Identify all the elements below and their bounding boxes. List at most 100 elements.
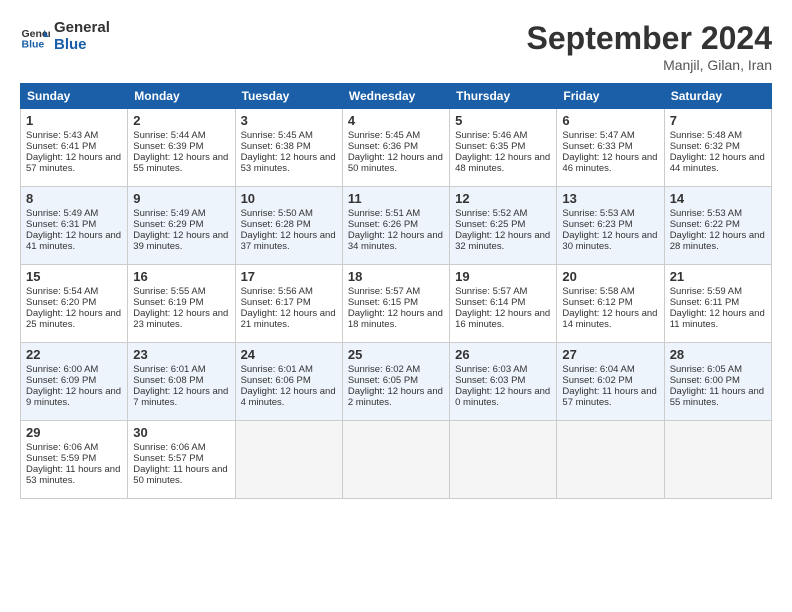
daylight-label: Daylight: 11 hours and 57 minutes. <box>562 386 656 408</box>
daylight-label: Daylight: 12 hours and 0 minutes. <box>455 386 550 408</box>
month-title: September 2024 <box>527 20 772 57</box>
sunrise: Sunrise: 5:51 AM <box>348 208 420 219</box>
day-number: 21 <box>670 269 766 284</box>
sunset: Sunset: 6:17 PM <box>241 297 311 308</box>
table-row <box>235 421 342 499</box>
table-row: 15 Sunrise: 5:54 AM Sunset: 6:20 PM Dayl… <box>21 265 128 343</box>
day-number: 26 <box>455 347 551 362</box>
calendar-week-row: 1 Sunrise: 5:43 AM Sunset: 6:41 PM Dayli… <box>21 109 772 187</box>
calendar-table: Sunday Monday Tuesday Wednesday Thursday… <box>20 83 772 499</box>
day-number: 2 <box>133 113 229 128</box>
table-row: 9 Sunrise: 5:49 AM Sunset: 6:29 PM Dayli… <box>128 187 235 265</box>
header-saturday: Saturday <box>664 84 771 109</box>
header: General Blue General Blue September 2024… <box>20 20 772 73</box>
day-number: 3 <box>241 113 337 128</box>
day-number: 18 <box>348 269 444 284</box>
calendar-body: 1 Sunrise: 5:43 AM Sunset: 6:41 PM Dayli… <box>21 109 772 499</box>
sunset: Sunset: 6:23 PM <box>562 219 632 230</box>
calendar-week-row: 8 Sunrise: 5:49 AM Sunset: 6:31 PM Dayli… <box>21 187 772 265</box>
day-number: 16 <box>133 269 229 284</box>
title-block: September 2024 Manjil, Gilan, Iran <box>527 20 772 73</box>
sunset: Sunset: 6:19 PM <box>133 297 203 308</box>
sunset: Sunset: 6:35 PM <box>455 141 525 152</box>
day-number: 1 <box>26 113 122 128</box>
daylight-label: Daylight: 12 hours and 25 minutes. <box>26 308 121 330</box>
daylight-label: Daylight: 12 hours and 28 minutes. <box>670 230 765 252</box>
sunrise: Sunrise: 5:59 AM <box>670 286 742 297</box>
table-row: 11 Sunrise: 5:51 AM Sunset: 6:26 PM Dayl… <box>342 187 449 265</box>
table-row: 10 Sunrise: 5:50 AM Sunset: 6:28 PM Dayl… <box>235 187 342 265</box>
day-number: 29 <box>26 425 122 440</box>
header-friday: Friday <box>557 84 664 109</box>
weekday-header-row: Sunday Monday Tuesday Wednesday Thursday… <box>21 84 772 109</box>
table-row: 19 Sunrise: 5:57 AM Sunset: 6:14 PM Dayl… <box>450 265 557 343</box>
daylight-label: Daylight: 12 hours and 53 minutes. <box>241 152 336 174</box>
daylight-label: Daylight: 12 hours and 41 minutes. <box>26 230 121 252</box>
header-wednesday: Wednesday <box>342 84 449 109</box>
daylight-label: Daylight: 12 hours and 21 minutes. <box>241 308 336 330</box>
table-row <box>450 421 557 499</box>
sunset: Sunset: 6:12 PM <box>562 297 632 308</box>
day-number: 17 <box>241 269 337 284</box>
logo-general: General <box>54 20 110 37</box>
sunset: Sunset: 5:57 PM <box>133 453 203 464</box>
sunset: Sunset: 6:11 PM <box>670 297 740 308</box>
daylight-label: Daylight: 12 hours and 39 minutes. <box>133 230 228 252</box>
table-row: 8 Sunrise: 5:49 AM Sunset: 6:31 PM Dayli… <box>21 187 128 265</box>
table-row: 25 Sunrise: 6:02 AM Sunset: 6:05 PM Dayl… <box>342 343 449 421</box>
daylight-label: Daylight: 12 hours and 34 minutes. <box>348 230 443 252</box>
sunrise: Sunrise: 5:53 AM <box>562 208 634 219</box>
daylight-label: Daylight: 12 hours and 18 minutes. <box>348 308 443 330</box>
daylight-label: Daylight: 12 hours and 48 minutes. <box>455 152 550 174</box>
table-row: 5 Sunrise: 5:46 AM Sunset: 6:35 PM Dayli… <box>450 109 557 187</box>
sunrise: Sunrise: 5:44 AM <box>133 130 205 141</box>
sunrise: Sunrise: 5:43 AM <box>26 130 98 141</box>
table-row: 13 Sunrise: 5:53 AM Sunset: 6:23 PM Dayl… <box>557 187 664 265</box>
sunrise: Sunrise: 6:02 AM <box>348 364 420 375</box>
table-row: 14 Sunrise: 5:53 AM Sunset: 6:22 PM Dayl… <box>664 187 771 265</box>
daylight-label: Daylight: 11 hours and 55 minutes. <box>670 386 764 408</box>
day-number: 13 <box>562 191 658 206</box>
daylight-label: Daylight: 12 hours and 37 minutes. <box>241 230 336 252</box>
sunrise: Sunrise: 5:54 AM <box>26 286 98 297</box>
table-row: 16 Sunrise: 5:55 AM Sunset: 6:19 PM Dayl… <box>128 265 235 343</box>
day-number: 6 <box>562 113 658 128</box>
sunset: Sunset: 6:06 PM <box>241 375 311 386</box>
sunset: Sunset: 6:26 PM <box>348 219 418 230</box>
day-number: 9 <box>133 191 229 206</box>
logo-icon: General Blue <box>20 22 50 52</box>
table-row: 23 Sunrise: 6:01 AM Sunset: 6:08 PM Dayl… <box>128 343 235 421</box>
sunrise: Sunrise: 6:01 AM <box>241 364 313 375</box>
sunset: Sunset: 6:08 PM <box>133 375 203 386</box>
sunrise: Sunrise: 6:04 AM <box>562 364 634 375</box>
table-row: 22 Sunrise: 6:00 AM Sunset: 6:09 PM Dayl… <box>21 343 128 421</box>
sunset: Sunset: 6:14 PM <box>455 297 525 308</box>
table-row <box>664 421 771 499</box>
sunset: Sunset: 5:59 PM <box>26 453 96 464</box>
sunrise: Sunrise: 5:50 AM <box>241 208 313 219</box>
daylight-label: Daylight: 12 hours and 44 minutes. <box>670 152 765 174</box>
daylight-label: Daylight: 11 hours and 53 minutes. <box>26 464 120 486</box>
table-row: 29 Sunrise: 6:06 AM Sunset: 5:59 PM Dayl… <box>21 421 128 499</box>
day-number: 22 <box>26 347 122 362</box>
day-number: 20 <box>562 269 658 284</box>
sunrise: Sunrise: 6:06 AM <box>26 442 98 453</box>
sunrise: Sunrise: 6:06 AM <box>133 442 205 453</box>
day-number: 11 <box>348 191 444 206</box>
table-row: 3 Sunrise: 5:45 AM Sunset: 6:38 PM Dayli… <box>235 109 342 187</box>
sunset: Sunset: 6:29 PM <box>133 219 203 230</box>
sunrise: Sunrise: 5:57 AM <box>348 286 420 297</box>
day-number: 27 <box>562 347 658 362</box>
calendar-week-row: 15 Sunrise: 5:54 AM Sunset: 6:20 PM Dayl… <box>21 265 772 343</box>
table-row: 30 Sunrise: 6:06 AM Sunset: 5:57 PM Dayl… <box>128 421 235 499</box>
day-number: 24 <box>241 347 337 362</box>
sunset: Sunset: 6:25 PM <box>455 219 525 230</box>
sunset: Sunset: 6:22 PM <box>670 219 740 230</box>
logo: General Blue General Blue <box>20 20 110 53</box>
sunrise: Sunrise: 6:00 AM <box>26 364 98 375</box>
table-row: 24 Sunrise: 6:01 AM Sunset: 6:06 PM Dayl… <box>235 343 342 421</box>
day-number: 12 <box>455 191 551 206</box>
daylight-label: Daylight: 12 hours and 50 minutes. <box>348 152 443 174</box>
day-number: 28 <box>670 347 766 362</box>
sunrise: Sunrise: 5:57 AM <box>455 286 527 297</box>
